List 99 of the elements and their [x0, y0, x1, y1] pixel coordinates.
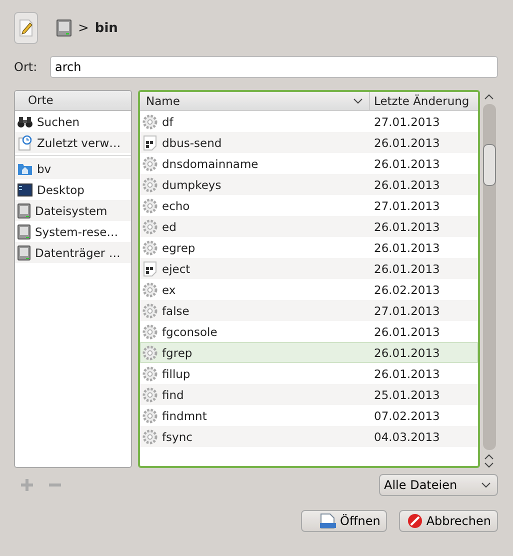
places-item[interactable]: Dateisystem	[15, 200, 131, 221]
file-name: df	[162, 114, 174, 128]
places-item[interactable]: bv	[15, 158, 131, 179]
binoculars-icon	[17, 114, 33, 128]
file-name: echo	[162, 198, 190, 212]
gear-icon	[142, 428, 158, 444]
desktop-icon	[17, 182, 33, 196]
places-header: Orte	[15, 91, 131, 111]
file-name: eject	[162, 262, 190, 276]
drive-icon	[56, 19, 72, 37]
file-row[interactable]: dbus-send 26.01.2013	[140, 132, 478, 153]
gear-icon	[142, 408, 158, 424]
column-header[interactable]: Letzte Änderung	[370, 92, 478, 110]
file-row[interactable]: findmnt 07.02.2013	[140, 405, 478, 426]
file-row[interactable]: ed 26.01.2013	[140, 216, 478, 237]
file-date: 07.02.2013	[373, 408, 441, 422]
file-row[interactable]: eject 26.01.2013	[140, 258, 478, 279]
location-field[interactable]: arch	[50, 56, 498, 78]
file-name: dnsdomainname	[162, 156, 258, 170]
file-row[interactable]: egrep 26.01.2013	[140, 237, 478, 258]
file-name: false	[162, 304, 190, 318]
file-row[interactable]: dnsdomainname 26.01.2013	[140, 153, 478, 174]
file-row[interactable]: fgconsole 26.01.2013	[140, 321, 478, 342]
gear-icon	[142, 114, 158, 130]
file-date: 04.03.2013	[373, 430, 441, 444]
file-date: 26.01.2013	[373, 240, 441, 254]
file-date: 26.01.2013	[373, 262, 441, 276]
clock-document-icon	[17, 134, 33, 150]
file-row[interactable]: fsync 04.03.2013	[140, 426, 478, 447]
drive-icon	[17, 202, 31, 218]
drive-icon	[17, 244, 31, 260]
file-name: fsync	[162, 430, 192, 444]
file-date: 26.01.2013	[373, 178, 441, 192]
places-item[interactable]: Desktop	[15, 179, 131, 200]
file-row[interactable]: ex 26.02.2013	[140, 279, 478, 300]
file-name: findmnt	[162, 408, 207, 422]
places-item[interactable]: Datenträger …	[15, 242, 131, 263]
file-date: 26.01.2013	[373, 366, 441, 380]
filter-dropdown[interactable]: Alle Dateien	[379, 474, 498, 496]
file-date: 27.01.2013	[373, 114, 441, 128]
file-row[interactable]: fgrep 26.01.2013	[140, 342, 478, 363]
file-name: fillup	[162, 366, 190, 380]
gear-icon	[142, 344, 158, 360]
places-item[interactable]: System-rese…	[15, 221, 131, 242]
cancel-button[interactable]: Abbrechen	[399, 510, 498, 532]
file-name: find	[162, 388, 184, 402]
file-row[interactable]: echo 27.01.2013	[140, 195, 478, 216]
scroll-up-icon[interactable]	[484, 94, 494, 100]
column-header[interactable]: Name	[140, 92, 370, 110]
file-row[interactable]: df 27.01.2013	[140, 111, 478, 132]
file-name: dbus-send	[162, 136, 222, 150]
file-date: 27.01.2013	[373, 304, 441, 318]
file-date: 26.01.2013	[373, 136, 441, 150]
open-button[interactable]: Öffnen	[301, 510, 388, 532]
file-name: egrep	[162, 240, 196, 254]
file-row[interactable]: fillup 26.01.2013	[140, 363, 478, 384]
file-row[interactable]: dumpkeys 26.01.2013	[140, 174, 478, 195]
location-label: Ort:	[14, 60, 36, 74]
file-date: 26.01.2013	[373, 156, 441, 170]
binary-file-icon	[142, 134, 158, 150]
breadcrumb-separator: >	[78, 20, 89, 36]
gear-icon	[142, 302, 158, 318]
file-date: 25.01.2013	[373, 388, 441, 402]
file-date: 26.01.2013	[373, 220, 441, 234]
gear-icon	[142, 282, 158, 298]
file-name: fgrep	[162, 346, 192, 360]
gear-icon	[142, 240, 158, 256]
file-date: 26.01.2013	[373, 324, 441, 338]
sort-caret-icon	[353, 98, 363, 104]
file-row[interactable]: false 27.01.2013	[140, 300, 478, 321]
binary-file-icon	[142, 260, 158, 276]
file-date: 27.01.2013	[373, 198, 441, 212]
file-date: 26.02.2013	[373, 282, 441, 296]
file-row[interactable]: find 25.01.2013	[140, 384, 478, 405]
gear-icon	[142, 366, 158, 382]
places-item[interactable]: Suchen	[15, 111, 131, 132]
pencil-icon	[18, 19, 34, 37]
drive-icon	[17, 224, 31, 240]
scroll-down-icon[interactable]	[484, 462, 494, 468]
file-name: fgconsole	[162, 324, 218, 338]
scroll-up-icon[interactable]	[484, 454, 494, 460]
cancel-icon	[407, 513, 424, 529]
gear-icon	[142, 156, 158, 172]
breadcrumb-item[interactable]: bin	[94, 20, 118, 36]
places-item[interactable]: Zuletzt verw…	[15, 132, 131, 153]
gear-icon	[142, 386, 158, 402]
file-name: ex	[162, 282, 176, 296]
edit-button[interactable]	[14, 12, 38, 44]
scroll-thumb[interactable]	[482, 144, 496, 186]
home-folder-icon	[17, 162, 33, 176]
file-name: ed	[162, 220, 176, 234]
gear-icon	[142, 324, 158, 340]
file-name: dumpkeys	[162, 178, 222, 192]
gear-icon	[142, 176, 158, 192]
file-date: 26.01.2013	[373, 346, 441, 360]
caret-icon	[481, 482, 491, 488]
gear-icon	[142, 198, 158, 214]
gear-icon	[142, 218, 158, 234]
document-icon	[319, 513, 337, 529]
